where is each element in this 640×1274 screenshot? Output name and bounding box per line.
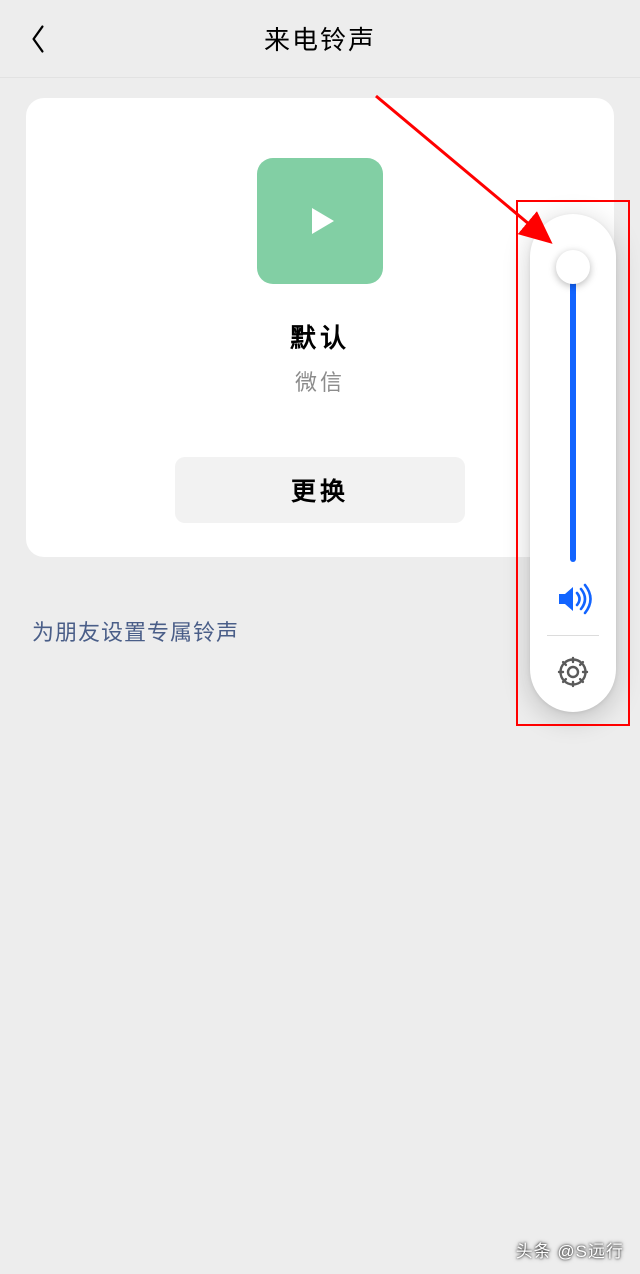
friend-ringtone-link[interactable]: 为朋友设置专属铃声 [26,615,614,647]
page-title: 来电铃声 [0,20,640,57]
change-button-label: 更换 [291,472,349,508]
ringtone-source: 微信 [295,365,345,397]
volume-slider-thumb[interactable] [556,250,590,284]
gear-icon [556,655,590,689]
ringtone-card: 默认 微信 更换 [26,98,614,557]
play-icon [298,199,342,243]
volume-slider[interactable] [530,234,616,571]
speaker-icon [551,577,595,621]
header: 来电铃声 [0,0,640,78]
change-button[interactable]: 更换 [175,457,465,523]
panel-divider [547,635,599,636]
volume-panel [530,214,616,712]
volume-settings-button[interactable] [551,650,595,694]
watermark: 头条 @S远行 [516,1237,624,1262]
ringtone-name: 默认 [290,318,350,355]
chevron-left-icon [28,23,48,55]
play-button[interactable] [257,158,383,284]
volume-slider-fill [570,262,576,562]
back-button[interactable] [18,19,58,59]
